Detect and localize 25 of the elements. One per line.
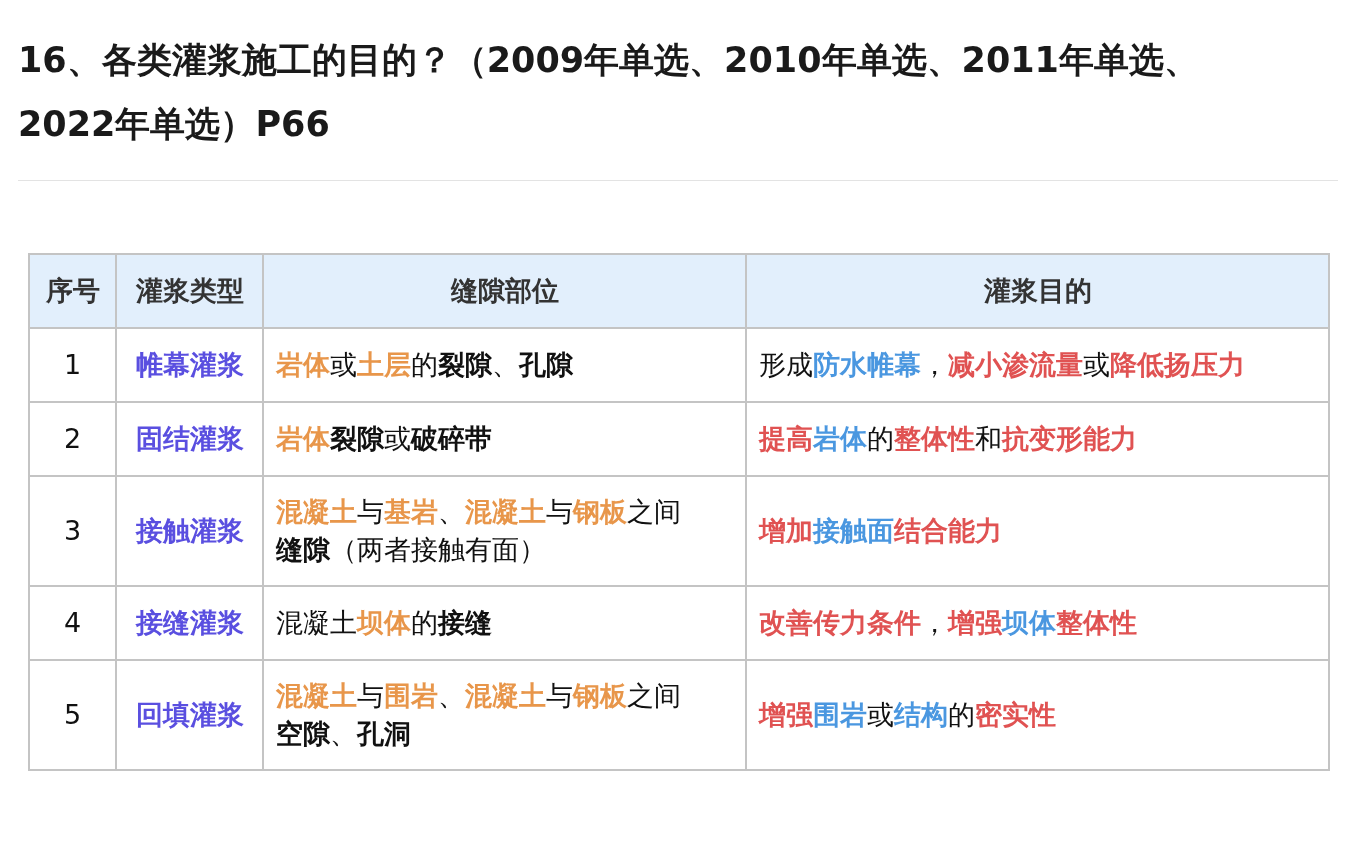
table-cell: 接缝灌浆 [116, 586, 263, 660]
table-cell: 形成防水帷幕，减小渗流量或降低扬压力 [746, 328, 1329, 402]
table-cell: 岩体裂隙或破碎带 [263, 402, 746, 476]
table-cell: 4 [29, 586, 116, 660]
column-header: 灌浆目的 [746, 254, 1329, 328]
table-cell: 混凝土坝体的接缝 [263, 586, 746, 660]
table-cell: 5 [29, 660, 116, 770]
page-title: 16、各类灌浆施工的目的？（2009年单选、2010年单选、2011年单选、2022年单选）P66 [18, 39, 1200, 146]
table-cell: 帷幕灌浆 [116, 328, 263, 402]
table-cell: 增加接触面结合能力 [746, 476, 1329, 586]
table-cell: 提高岩体的整体性和抗变形能力 [746, 402, 1329, 476]
table-cell: 改善传力条件，增强坝体整体性 [746, 586, 1329, 660]
table-cell: 固结灌浆 [116, 402, 263, 476]
table-cell: 岩体或土层的裂隙、孔隙 [263, 328, 746, 402]
table-cell: 回填灌浆 [116, 660, 263, 770]
table-cell: 3 [29, 476, 116, 586]
table-cell: 接触灌浆 [116, 476, 263, 586]
table-cell: 增强围岩或结构的密实性 [746, 660, 1329, 770]
table-cell: 混凝土与基岩、混凝土与钢板之间 缝隙（两者接触有面） [263, 476, 746, 586]
table-cell: 2 [29, 402, 116, 476]
table-cell: 混凝土与围岩、混凝土与钢板之间 空隙、孔洞 [263, 660, 746, 770]
column-header: 序号 [29, 254, 116, 328]
column-header: 缝隙部位 [263, 254, 746, 328]
table-cell: 1 [29, 328, 116, 402]
column-header: 灌浆类型 [116, 254, 263, 328]
